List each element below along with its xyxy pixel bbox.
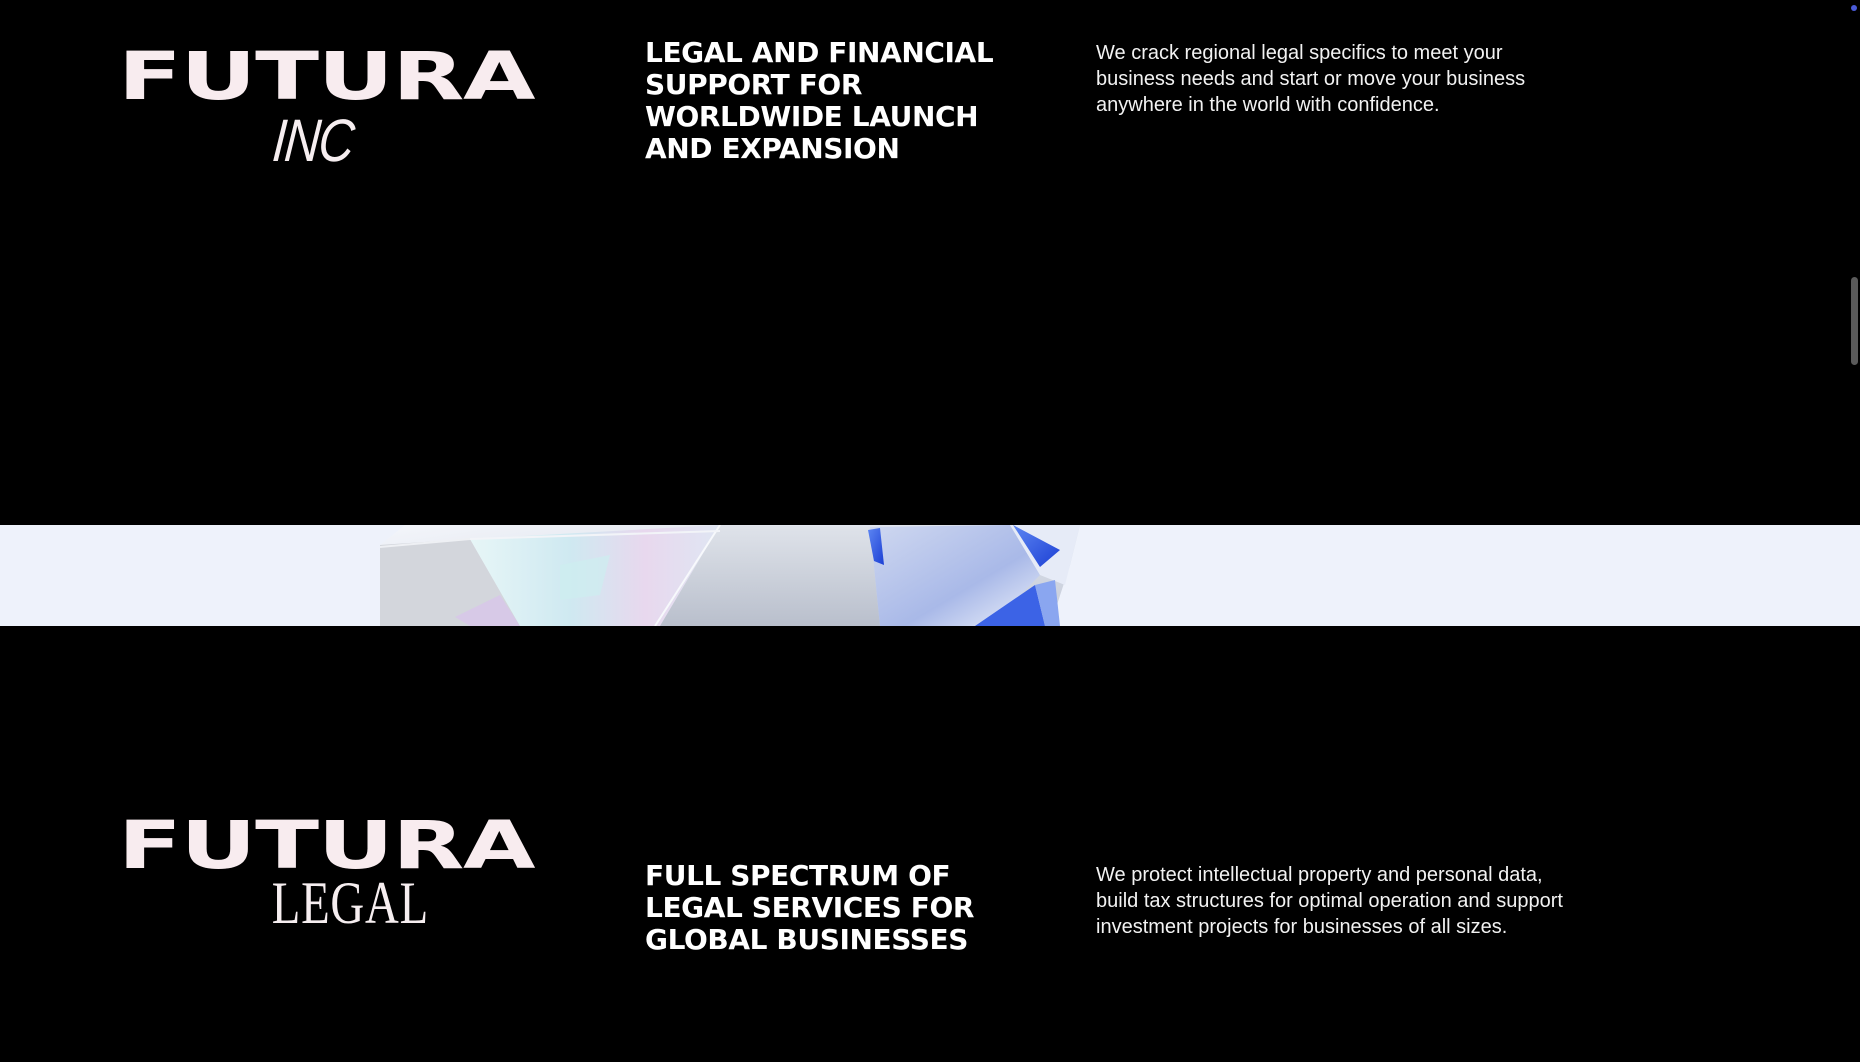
crystal-image-band bbox=[0, 525, 1860, 626]
page: FUTURA INC LEGAL AND FINANCIAL SUPPORT F… bbox=[0, 0, 1860, 1062]
section-heading: LEGAL AND FINANCIAL SUPPORT FOR WORLDWID… bbox=[645, 36, 994, 165]
section-description: We protect intellectual property and per… bbox=[1096, 864, 1563, 938]
section-description: We crack regional legal specifics to mee… bbox=[1096, 42, 1526, 116]
scrollbar-thumb[interactable] bbox=[1851, 277, 1858, 365]
logo-sub-label: LEGAL bbox=[271, 870, 429, 936]
vertical-scrollbar[interactable] bbox=[1846, 0, 1860, 1062]
futura-legal-logo[interactable]: FUTURA LEGAL bbox=[118, 813, 536, 937]
logo-wordmark: FUTURA bbox=[117, 38, 536, 115]
logo-sub-label: INC bbox=[270, 107, 356, 174]
futura-legal-section: FUTURA LEGAL FULL SPECTRUM OF LEGAL SERV… bbox=[0, 627, 1860, 1062]
section-heading: FULL SPECTRUM OF LEGAL SERVICES FOR GLOB… bbox=[645, 859, 975, 956]
indicator-dot-icon bbox=[1851, 5, 1857, 11]
futura-inc-logo[interactable]: FUTURA INC bbox=[118, 44, 536, 175]
crystal-prism-image bbox=[379, 525, 1080, 626]
futura-inc-section: FUTURA INC LEGAL AND FINANCIAL SUPPORT F… bbox=[0, 0, 1860, 525]
